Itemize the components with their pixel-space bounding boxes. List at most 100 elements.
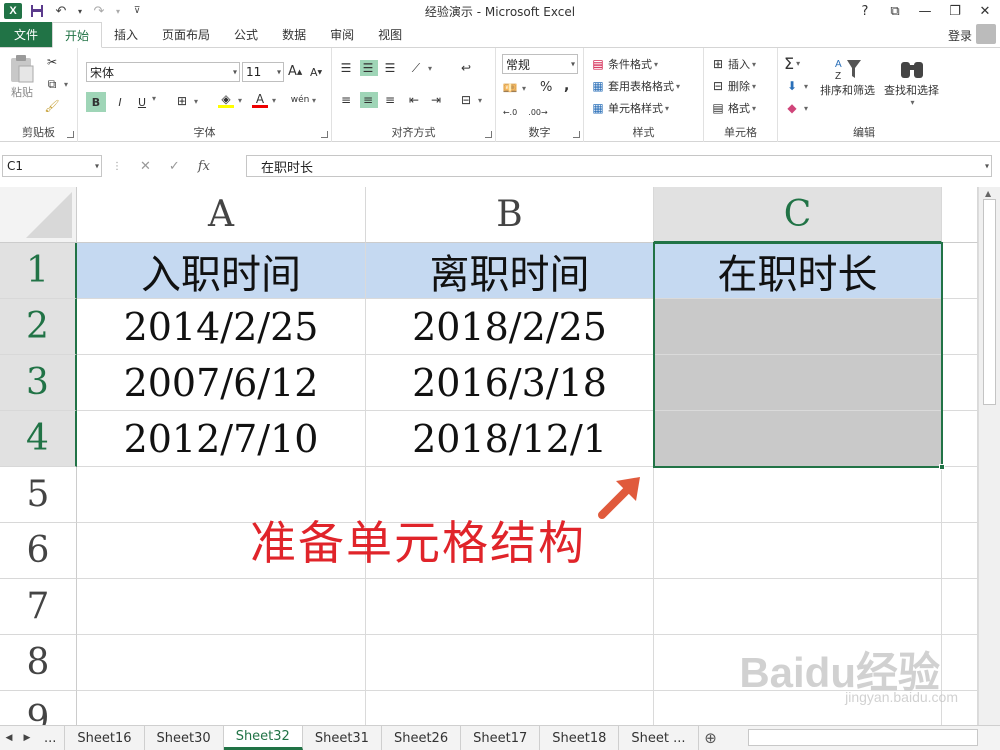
alignment-launcher-icon[interactable] bbox=[485, 131, 492, 138]
cell-c4[interactable] bbox=[654, 411, 942, 467]
cell-d6[interactable] bbox=[942, 523, 978, 579]
underline-button[interactable]: U bbox=[134, 92, 150, 112]
tab-formulas[interactable]: 公式 bbox=[222, 22, 270, 47]
increase-indent-button[interactable]: ⇥ bbox=[428, 92, 446, 108]
name-box[interactable]: C1 ▾ bbox=[2, 155, 102, 177]
row-header-1[interactable]: 1 bbox=[0, 243, 77, 299]
borders-button[interactable]: ⊞ ▾ bbox=[174, 93, 198, 109]
cell-c1[interactable]: 在职时长 bbox=[654, 243, 942, 299]
confirm-edit-button[interactable]: ✓ bbox=[169, 159, 180, 174]
tab-file[interactable]: 文件 bbox=[0, 22, 52, 47]
row-header-4[interactable]: 4 bbox=[0, 411, 77, 467]
scroll-up-icon[interactable]: ▲ bbox=[985, 189, 991, 198]
cell-a4[interactable]: 2012/7/10 bbox=[77, 411, 366, 467]
align-middle-button[interactable]: ☰ bbox=[360, 60, 378, 76]
cell-b3[interactable]: 2016/3/18 bbox=[366, 355, 654, 411]
bold-button[interactable]: B bbox=[86, 92, 106, 112]
cell-b7[interactable] bbox=[366, 579, 654, 635]
row-header-6[interactable]: 6 bbox=[0, 523, 77, 579]
percent-button[interactable]: % bbox=[540, 80, 552, 95]
cell-b9[interactable] bbox=[366, 691, 654, 725]
conditional-format-button[interactable]: ▤ 条件格式 ▾ bbox=[590, 56, 658, 72]
add-sheet-button[interactable]: ⊕ bbox=[699, 726, 723, 750]
wrap-text-button[interactable]: ↩ bbox=[458, 60, 476, 76]
horizontal-scrollbar[interactable] bbox=[748, 729, 978, 746]
avatar[interactable] bbox=[976, 24, 996, 44]
cell-d4[interactable] bbox=[942, 411, 978, 467]
autosum-button[interactable]: Σ ▾ bbox=[784, 54, 800, 73]
copy-button[interactable]: ⧉ ▾ bbox=[44, 76, 68, 92]
vertical-scrollbar[interactable]: ▲ bbox=[978, 187, 1000, 725]
sheet-tab-sheet32[interactable]: Sheet32 bbox=[223, 726, 303, 750]
formula-input[interactable]: 在职时长 ▾ bbox=[246, 155, 992, 177]
align-bottom-button[interactable]: ☰ bbox=[382, 60, 400, 76]
redo-icon[interactable]: ↷ bbox=[90, 2, 108, 20]
italic-button[interactable]: I bbox=[112, 92, 128, 112]
sort-filter-button[interactable]: AZ 排序和筛选 bbox=[820, 56, 875, 98]
tab-home[interactable]: 开始 bbox=[52, 22, 103, 48]
sheet-tab-sheet30[interactable]: Sheet30 bbox=[145, 726, 224, 750]
cell-b2[interactable]: 2018/2/25 bbox=[366, 299, 654, 355]
sheet-tab-more-left[interactable]: ... bbox=[36, 726, 66, 750]
shrink-font-button[interactable]: A ▼ bbox=[310, 66, 322, 79]
cell-a2[interactable]: 2014/2/25 bbox=[77, 299, 366, 355]
comma-button[interactable]: , bbox=[564, 78, 569, 94]
close-button[interactable]: ✕ bbox=[970, 0, 1000, 22]
merge-center-button[interactable]: ⊟ ▾ bbox=[458, 92, 482, 108]
fill-color-button[interactable]: ◈ ▾ bbox=[218, 92, 242, 108]
tab-data[interactable]: 数据 bbox=[270, 22, 318, 47]
ribbon-display-button[interactable]: ⧉ bbox=[880, 0, 910, 22]
column-header-b[interactable]: B bbox=[366, 187, 654, 243]
cell-b1[interactable]: 离职时间 bbox=[366, 243, 654, 299]
align-right-button[interactable]: ≡ bbox=[382, 92, 400, 108]
sheet-tab-sheet31[interactable]: Sheet31 bbox=[303, 726, 382, 750]
fill-button[interactable]: ⬇ ▾ bbox=[784, 78, 808, 94]
undo-dropdown-icon[interactable]: ▾ bbox=[76, 2, 84, 20]
undo-icon[interactable]: ↶ bbox=[52, 2, 70, 20]
font-name-select[interactable]: 宋体 ▾ bbox=[86, 62, 240, 82]
column-header-c[interactable]: C bbox=[654, 187, 942, 243]
align-center-button[interactable]: ≡ bbox=[360, 92, 378, 108]
cell-c5[interactable] bbox=[654, 467, 942, 523]
login-link[interactable]: 登录 bbox=[948, 27, 972, 44]
font-size-select[interactable]: 11 ▾ bbox=[242, 62, 284, 82]
number-format-select[interactable]: 常规 ▾ bbox=[502, 54, 578, 74]
cell-c7[interactable] bbox=[654, 579, 942, 635]
decrease-decimal-button[interactable]: .00→ bbox=[528, 104, 548, 120]
insert-function-button[interactable]: fx bbox=[198, 159, 210, 174]
find-select-button[interactable]: 查找和选择 ▾ bbox=[884, 56, 939, 107]
row-header-8[interactable]: 8 bbox=[0, 635, 77, 691]
underline-dropdown-icon[interactable]: ▾ bbox=[150, 94, 156, 103]
cell-d3[interactable] bbox=[942, 355, 978, 411]
cell-a1[interactable]: 入职时间 bbox=[77, 243, 366, 299]
cell-c2[interactable] bbox=[654, 299, 942, 355]
row-header-9[interactable]: 9 bbox=[0, 691, 77, 725]
paste-button[interactable]: 粘贴 bbox=[6, 54, 38, 100]
cancel-edit-button[interactable]: ✕ bbox=[140, 159, 151, 174]
cell-d5[interactable] bbox=[942, 467, 978, 523]
vertical-scroll-thumb[interactable] bbox=[983, 199, 996, 405]
cell-a3[interactable]: 2007/6/12 bbox=[77, 355, 366, 411]
row-header-5[interactable]: 5 bbox=[0, 467, 77, 523]
help-button[interactable]: ? bbox=[850, 0, 880, 22]
format-as-table-button[interactable]: ▦ 套用表格格式 ▾ bbox=[590, 78, 680, 94]
row-header-3[interactable]: 3 bbox=[0, 355, 77, 411]
clipboard-launcher-icon[interactable] bbox=[67, 131, 74, 138]
sheet-tab-sheet17[interactable]: Sheet17 bbox=[461, 726, 541, 750]
phonetic-button[interactable]: wén ▾ bbox=[291, 92, 316, 108]
tab-page-layout[interactable]: 页面布局 bbox=[150, 22, 222, 47]
cell-c6[interactable] bbox=[654, 523, 942, 579]
align-left-button[interactable]: ≡ bbox=[338, 92, 356, 108]
cell-b4[interactable]: 2018/12/1 bbox=[366, 411, 654, 467]
fill-handle[interactable] bbox=[939, 464, 945, 470]
cell-c3[interactable] bbox=[654, 355, 942, 411]
cell-b8[interactable] bbox=[366, 635, 654, 691]
cell-d8[interactable] bbox=[942, 635, 978, 691]
customize-toolbar-icon[interactable]: ⊽ bbox=[128, 2, 146, 20]
increase-decimal-button[interactable]: ←.0 bbox=[502, 104, 520, 120]
font-color-button[interactable]: A ▾ bbox=[252, 92, 276, 108]
cell-styles-button[interactable]: ▦ 单元格样式 ▾ bbox=[590, 100, 669, 116]
decrease-indent-button[interactable]: ⇤ bbox=[406, 92, 424, 108]
row-header-7[interactable]: 7 bbox=[0, 579, 77, 635]
insert-cells-button[interactable]: ⊞ 插入 ▾ bbox=[710, 56, 756, 72]
